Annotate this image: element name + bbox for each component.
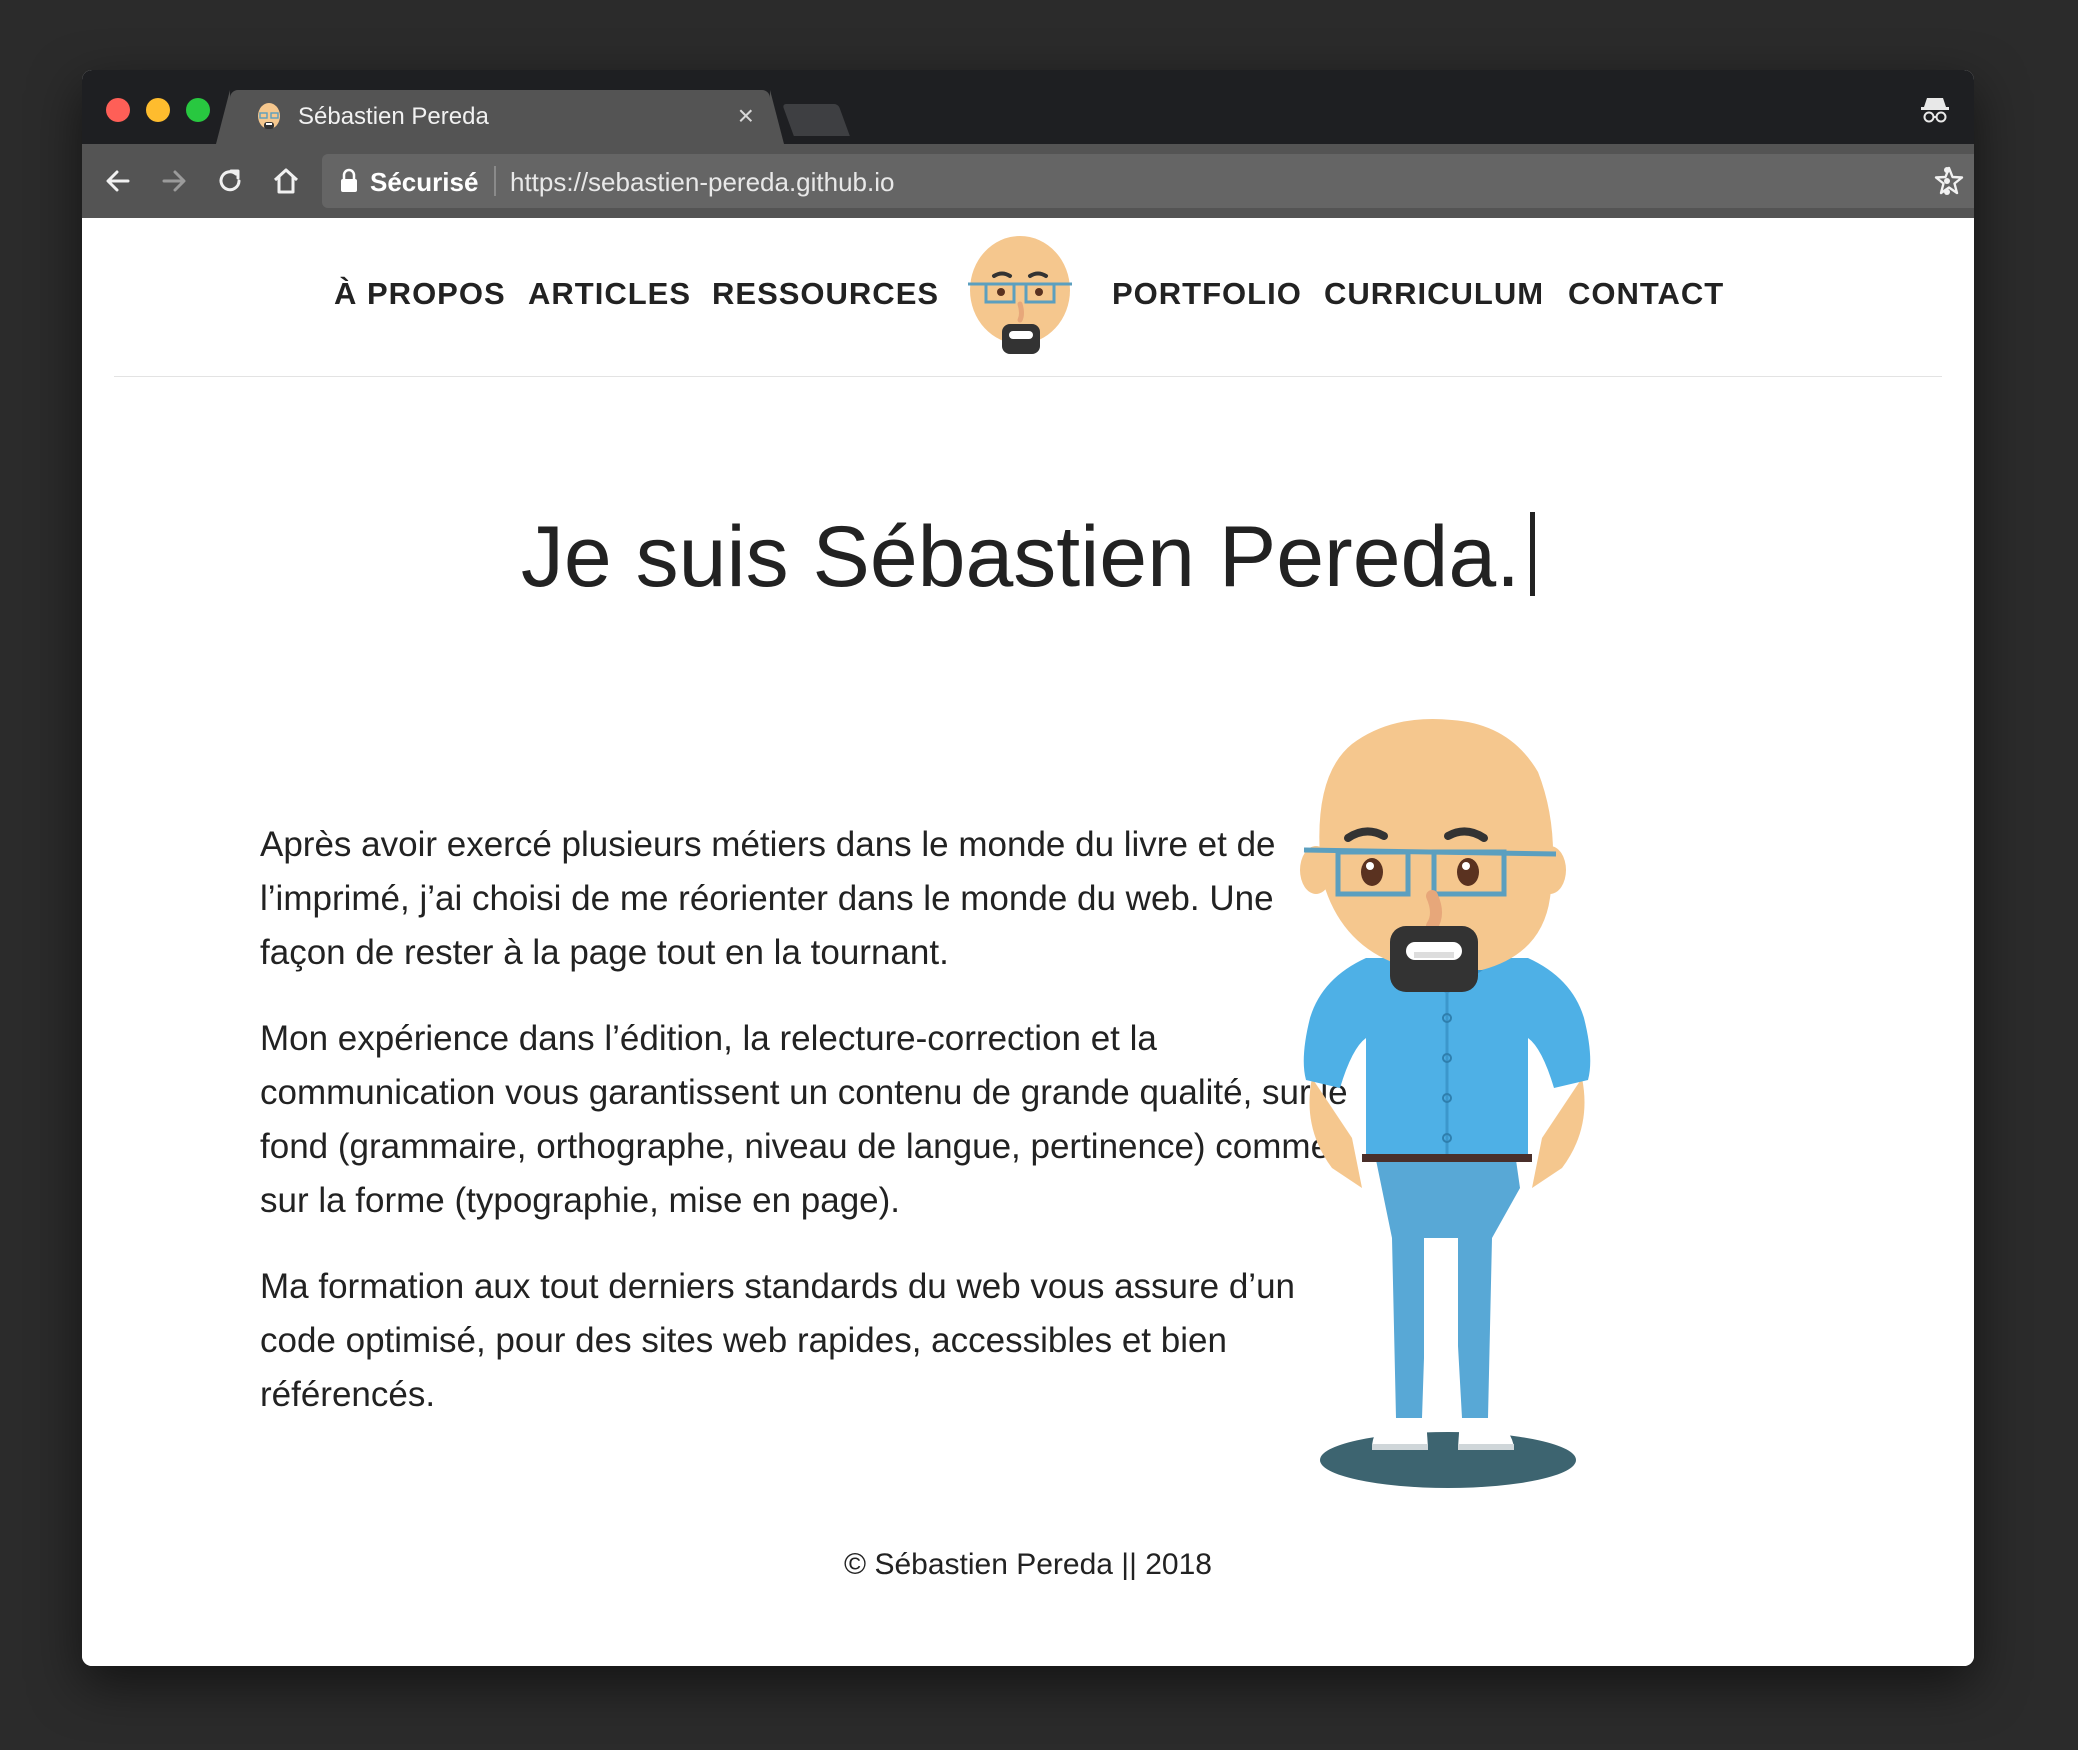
main-nav: À PROPOS ARTICLES RESSOURCES PORTFOLIO C… <box>82 218 1974 378</box>
typing-cursor <box>1530 512 1536 596</box>
window-close-button[interactable] <box>106 98 130 122</box>
nav-divider <box>114 376 1942 377</box>
favicon-icon <box>258 103 280 129</box>
nav-link-contact[interactable]: CONTACT <box>1568 276 1724 312</box>
new-tab-button[interactable] <box>782 104 850 136</box>
bio-section: Après avoir exercé plusieurs métiers dan… <box>260 818 1350 1454</box>
hero-title-text: Je suis Sébastien Pereda. <box>520 509 1521 605</box>
browser-tab[interactable]: Sébastien Pereda × <box>216 90 784 144</box>
kebab-menu-icon[interactable] <box>1942 164 1952 198</box>
tab-title: Sébastien Pereda <box>298 103 489 130</box>
browser-window: Sébastien Pereda × Sécurisé https://seba… <box>82 70 1974 1666</box>
bio-paragraph: Mon expérience dans l’édition, la relect… <box>260 1019 1348 1220</box>
window-maximize-button[interactable] <box>186 98 210 122</box>
address-bar[interactable]: Sécurisé https://sebastien-pereda.github… <box>322 154 1974 208</box>
nav-link-about[interactable]: À PROPOS <box>334 276 506 312</box>
browser-toolbar: Sécurisé https://sebastien-pereda.github… <box>82 144 1974 218</box>
nav-link-curriculum[interactable]: CURRICULUM <box>1324 276 1544 312</box>
forward-button[interactable] <box>154 161 194 201</box>
url-text[interactable]: https://sebastien-pereda.github.io <box>510 167 894 198</box>
tab-bar: Sébastien Pereda × <box>82 70 1974 144</box>
avatar-illustration <box>1300 719 1591 1488</box>
back-button[interactable] <box>98 161 138 201</box>
reload-button[interactable] <box>210 161 250 201</box>
logo-avatar-icon[interactable] <box>964 234 1076 360</box>
nav-link-resources[interactable]: RESSOURCES <box>712 276 939 312</box>
nav-link-articles[interactable]: ARTICLES <box>528 276 691 312</box>
footer-copyright: © Sébastien Pereda || 2018 <box>844 1548 1212 1581</box>
home-icon <box>273 168 299 194</box>
lock-icon <box>341 168 357 192</box>
home-button[interactable] <box>266 161 306 201</box>
nav-link-portfolio[interactable]: PORTFOLIO <box>1112 276 1302 312</box>
omnibox-divider <box>494 166 496 196</box>
bio-paragraph: Ma formation aux tout derniers standards… <box>260 1267 1296 1414</box>
incognito-icon[interactable] <box>1918 92 1952 126</box>
window-minimize-button[interactable] <box>146 98 170 122</box>
reload-icon <box>219 169 241 192</box>
hero-heading: Je suis Sébastien Pereda. <box>82 508 1974 607</box>
arrow-left-icon <box>106 170 130 192</box>
arrow-right-icon <box>162 170 186 192</box>
bio-paragraph: Après avoir exercé plusieurs métiers dan… <box>260 825 1276 972</box>
page-content: À PROPOS ARTICLES RESSOURCES PORTFOLIO C… <box>82 218 1974 1666</box>
secure-label: Sécurisé <box>370 167 479 197</box>
tab-close-icon[interactable]: × <box>738 100 754 132</box>
